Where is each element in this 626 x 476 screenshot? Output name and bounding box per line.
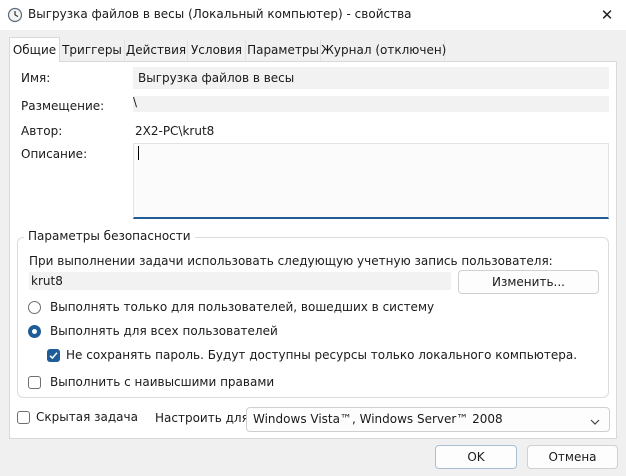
user-account-value: krut8 bbox=[31, 274, 63, 288]
description-label: Описание: bbox=[21, 147, 88, 161]
task-scheduler-clock-icon bbox=[7, 7, 23, 23]
author-label: Автор: bbox=[21, 124, 63, 138]
tab-triggers[interactable]: Триггеры bbox=[60, 40, 125, 61]
cancel-button[interactable]: Отмена bbox=[527, 445, 618, 469]
tab-actions[interactable]: Действия bbox=[125, 40, 188, 61]
location-label: Размещение: bbox=[21, 99, 105, 113]
run-all-users-radio[interactable] bbox=[28, 325, 41, 338]
tab-general[interactable]: Общие bbox=[9, 37, 60, 62]
configure-for-value: Windows Vista™, Windows Server™ 2008 bbox=[253, 412, 503, 426]
hidden-task-checkbox[interactable] bbox=[17, 411, 30, 424]
location-field bbox=[133, 96, 609, 112]
tab-settings[interactable]: Параметры bbox=[246, 40, 321, 61]
do-not-store-password-label[interactable]: Не сохранять пароль. Будут доступны ресу… bbox=[66, 348, 577, 362]
run-logged-on-label[interactable]: Выполнять только для пользователей, воше… bbox=[50, 300, 434, 314]
user-account-field bbox=[29, 272, 451, 290]
name-value: Выгрузка файлов в весы bbox=[138, 71, 295, 85]
checkmark-icon bbox=[49, 352, 58, 360]
close-icon[interactable]: ✕ bbox=[596, 4, 618, 26]
description-textarea[interactable] bbox=[133, 143, 609, 219]
tab-conditions[interactable]: Условия bbox=[188, 40, 246, 61]
hidden-task-label[interactable]: Скрытая задача bbox=[36, 410, 138, 424]
run-logged-on-radio[interactable] bbox=[28, 301, 41, 314]
security-options-legend: Параметры безопасности bbox=[24, 229, 195, 243]
configure-for-label: Настроить для: bbox=[155, 411, 253, 425]
tab-history[interactable]: Журнал (отключен) bbox=[321, 40, 446, 61]
ok-button[interactable]: OK bbox=[435, 445, 517, 469]
account-prompt: При выполнении задачи использовать следу… bbox=[29, 254, 553, 268]
configure-for-select[interactable]: Windows Vista™, Windows Server™ 2008 bbox=[246, 407, 610, 432]
author-value: 2X2-PC\krut8 bbox=[135, 124, 215, 138]
run-all-users-label[interactable]: Выполнять для всех пользователей bbox=[50, 324, 278, 338]
name-label: Имя: bbox=[21, 71, 51, 85]
highest-privileges-checkbox[interactable] bbox=[28, 376, 41, 389]
text-caret bbox=[138, 146, 139, 160]
change-user-button[interactable]: Изменить... bbox=[458, 270, 599, 294]
chevron-down-icon bbox=[590, 415, 600, 429]
highest-privileges-label[interactable]: Выполнить с наивысшими правами bbox=[50, 375, 274, 389]
location-value: \ bbox=[133, 95, 138, 109]
do-not-store-password-checkbox[interactable] bbox=[47, 349, 60, 362]
window-title: Выгрузка файлов в весы (Локальный компью… bbox=[28, 7, 412, 21]
